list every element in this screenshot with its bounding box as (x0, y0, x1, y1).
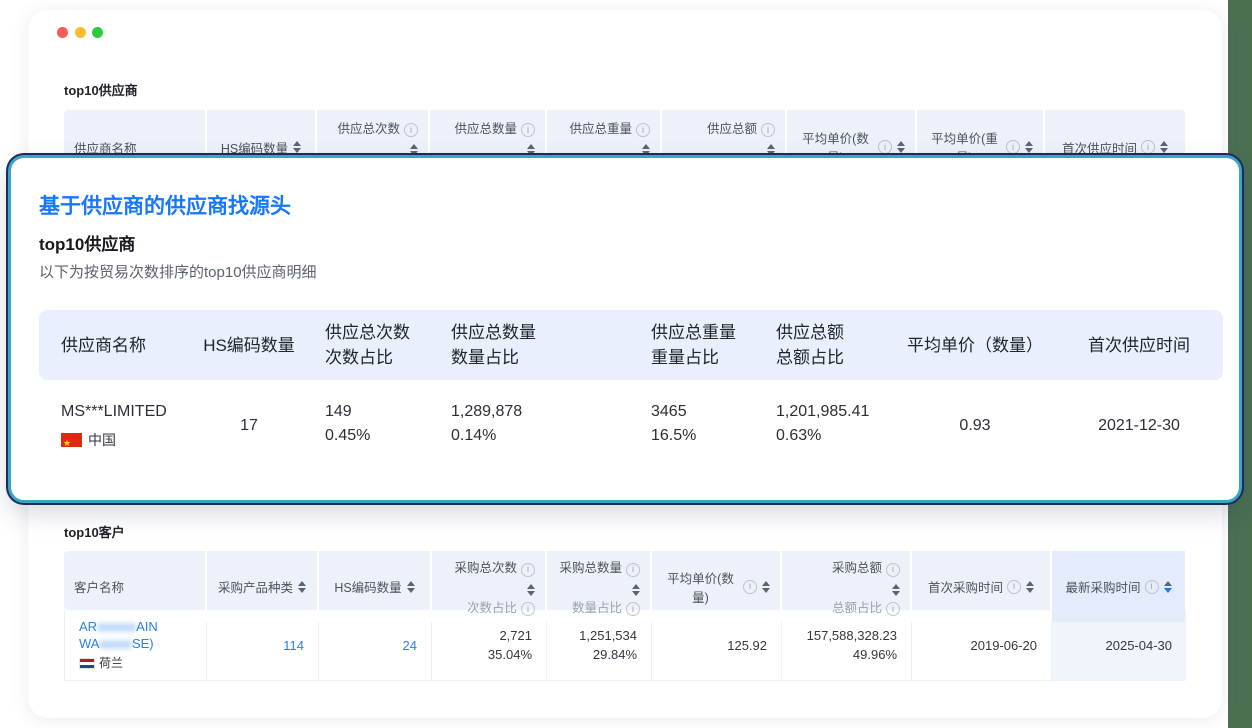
col-header-hs-code-count: HS编码数量 (189, 310, 309, 380)
col-header-supply-qty: 供应总数量数量占比 (435, 310, 635, 380)
callout-heading: 基于供应商的供应商找源头 (39, 190, 291, 220)
redacted-text: xxxxxx (97, 619, 136, 634)
hs-code-count-cell: 17 (189, 400, 309, 452)
sort-icon-active-desc[interactable] (1164, 581, 1172, 593)
sort-icon[interactable] (1160, 141, 1168, 153)
sort-icon[interactable] (897, 141, 905, 153)
info-icon[interactable] (886, 563, 900, 577)
callout-suppliers-table: 供应商名称 HS编码数量 供应总次数次数占比 供应总数量数量占比 供应总重量重量… (39, 310, 1223, 476)
info-icon[interactable] (1145, 580, 1159, 594)
info-icon[interactable] (1006, 140, 1020, 154)
minimize-window-button[interactable] (75, 27, 86, 38)
col-header-customer-name: 客户名称 (64, 551, 205, 622)
sort-icon[interactable] (293, 141, 301, 153)
supply-times-cell: 149 0.45% (309, 400, 435, 452)
col-header-product-types[interactable]: 采购产品种类 (205, 551, 317, 622)
info-icon[interactable] (743, 580, 757, 594)
col-header-supply-times: 供应总次数次数占比 (309, 310, 435, 380)
sort-icon[interactable] (527, 584, 535, 596)
callout-subtitle: 以下为按贸易次数排序的top10供应商明细 (39, 261, 317, 282)
avg-price-qty-cell: 0.93 (895, 400, 1055, 452)
supplier-name-cell: MS***LIMITED 中国 (39, 400, 189, 452)
supply-weight-cell: 3465 16.5% (635, 400, 760, 452)
sort-icon[interactable] (892, 584, 900, 596)
country-label: 荷兰 (99, 655, 123, 672)
netherlands-flag-icon (79, 658, 95, 669)
redacted-text: xxxxx (99, 636, 132, 651)
info-icon[interactable] (1141, 140, 1155, 154)
info-icon[interactable] (636, 123, 650, 137)
supply-amount-cell: 1,201,985.41 0.63% (760, 400, 895, 452)
col-header-purchase-qty[interactable]: 采购总数量 数量占比 (545, 551, 650, 622)
screen: top10供应商 供应商名称 HS编码数量 供应总次数 次数占比 供应总数量 (0, 0, 1252, 728)
sort-icon[interactable] (632, 584, 640, 596)
product-types-link[interactable]: 114 (283, 636, 304, 655)
close-window-button[interactable] (57, 27, 68, 38)
customers-table-header: 客户名称 采购产品种类 HS编码数量 采购总次数 次数占比 采购总数量 (64, 551, 1185, 610)
sort-icon[interactable] (298, 581, 306, 593)
window-controls (57, 27, 103, 38)
country-label: 中国 (88, 428, 116, 452)
info-icon[interactable] (878, 140, 892, 154)
customers-section-title: top10客户 (64, 522, 125, 541)
sort-icon[interactable] (762, 581, 770, 593)
info-icon[interactable] (521, 123, 535, 137)
info-icon[interactable] (521, 602, 535, 616)
china-flag-icon (61, 433, 82, 447)
info-icon[interactable] (761, 123, 775, 137)
col-header-first-purchase-date[interactable]: 首次采购时间 (910, 551, 1050, 622)
col-header-hs-code-count[interactable]: HS编码数量 (317, 551, 430, 622)
callout-table-header: 供应商名称 HS编码数量 供应总次数次数占比 供应总数量数量占比 供应总重量重量… (39, 310, 1223, 380)
info-icon[interactable] (886, 602, 900, 616)
col-header-avg-price-qty: 平均单价（数量） (895, 310, 1055, 380)
col-header-first-supply-date: 首次供应时间 (1055, 310, 1223, 380)
sort-icon[interactable] (1026, 581, 1034, 593)
hs-code-count-link[interactable]: 24 (403, 636, 417, 655)
col-header-avg-price-qty[interactable]: 平均单价(数量) (650, 551, 780, 622)
col-header-purchase-amount[interactable]: 采购总额 总额占比 (780, 551, 910, 622)
suppliers-section-title: top10供应商 (64, 80, 138, 99)
zoom-window-button[interactable] (92, 27, 103, 38)
info-icon[interactable] (521, 563, 535, 577)
supply-qty-cell: 1,289,878 0.14% (435, 400, 635, 452)
info-icon[interactable] (404, 123, 418, 137)
supplier-source-callout: 基于供应商的供应商找源头 top10供应商 以下为按贸易次数排序的top10供应… (8, 155, 1242, 503)
info-icon[interactable] (626, 563, 640, 577)
supplier-row: MS***LIMITED 中国 17 149 0.45% 1,289,878 0… (39, 380, 1223, 476)
col-header-purchase-times[interactable]: 采购总次数 次数占比 (430, 551, 545, 622)
info-icon[interactable] (626, 602, 640, 616)
callout-section-title: top10供应商 (39, 230, 135, 255)
sort-icon[interactable] (1025, 141, 1033, 153)
col-header-last-purchase-date[interactable]: 最新采购时间 (1050, 551, 1185, 622)
sort-icon[interactable] (407, 581, 415, 593)
col-header-supply-amount: 供应总额总额占比 (760, 310, 895, 380)
customer-name-link[interactable]: ARxxxxxxAIN WAxxxxxSE) (79, 618, 158, 652)
customers-table: 客户名称 采购产品种类 HS编码数量 采购总次数 次数占比 采购总数量 (64, 551, 1185, 681)
first-supply-date-cell: 2021-12-30 (1055, 400, 1223, 452)
info-icon[interactable] (1007, 580, 1021, 594)
col-header-supply-weight: 供应总重量重量占比 (635, 310, 760, 380)
supplier-name: MS***LIMITED (61, 400, 167, 424)
col-header-supplier-name: 供应商名称 (39, 310, 189, 380)
